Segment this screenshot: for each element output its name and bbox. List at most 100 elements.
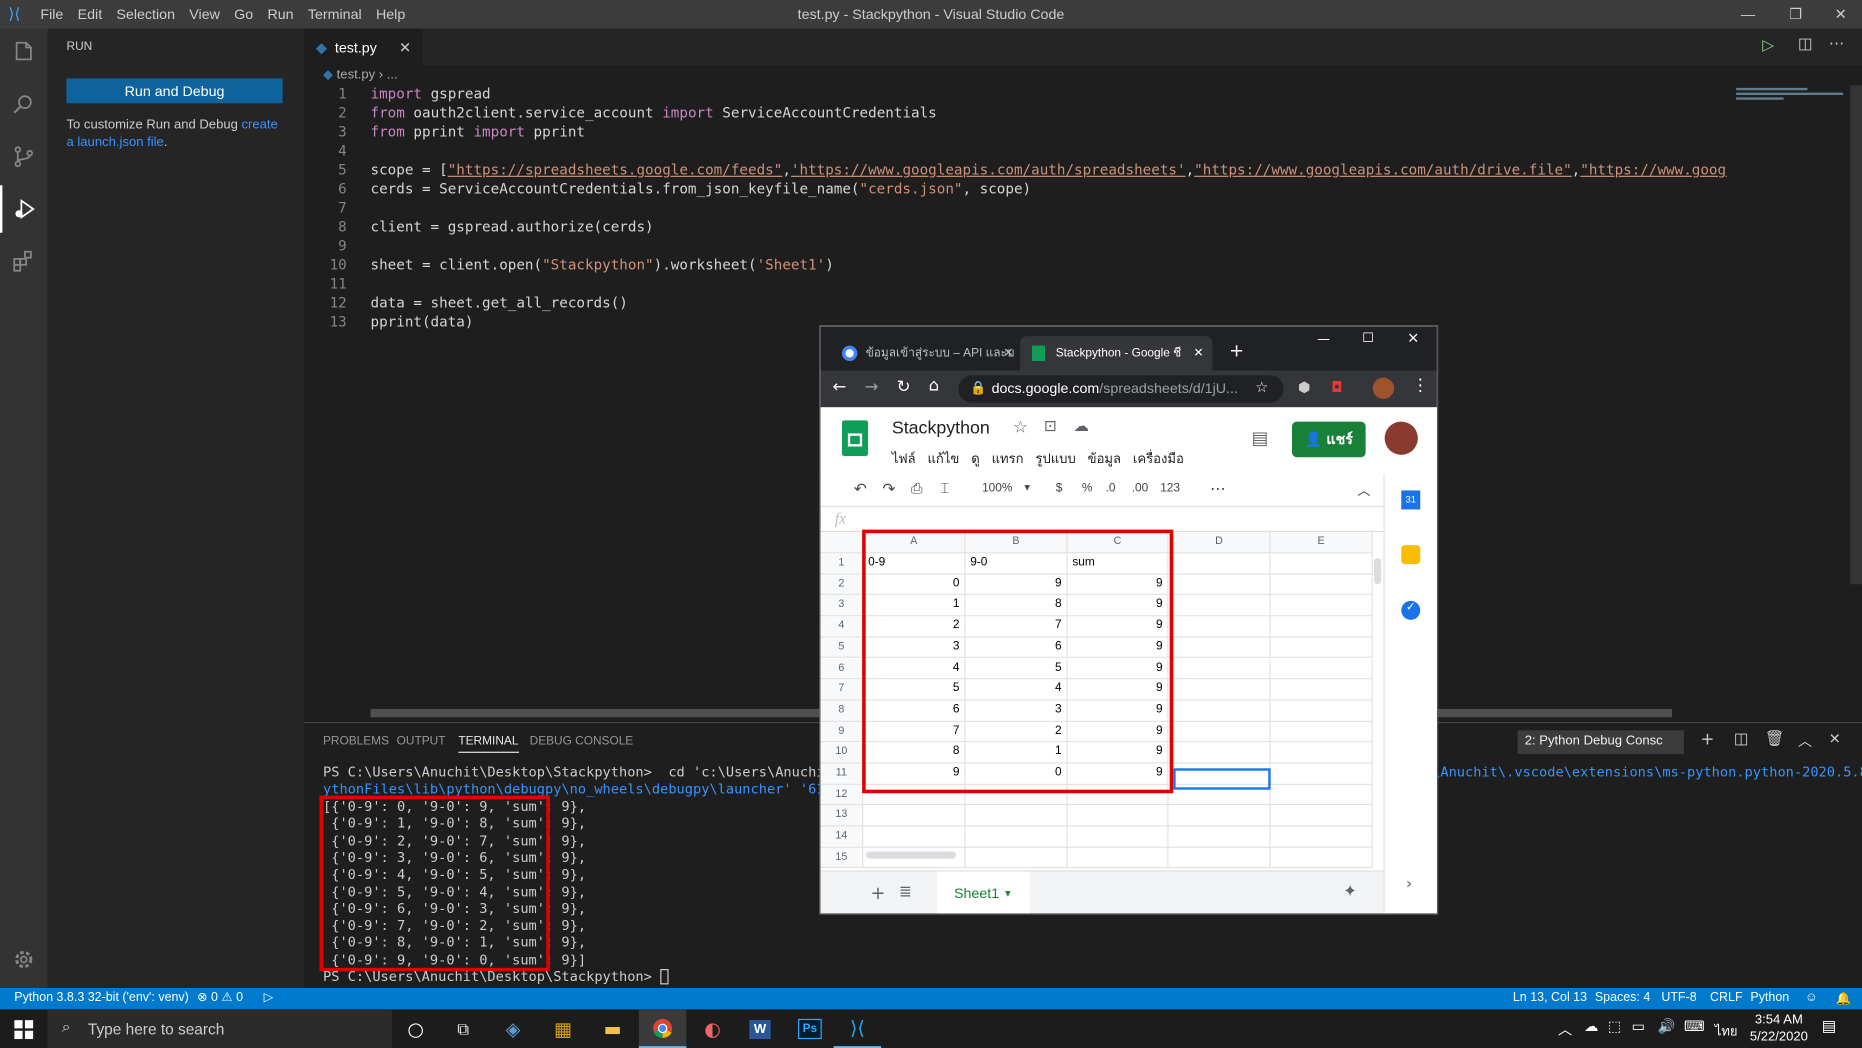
row-header[interactable]: 8 (820, 700, 864, 722)
chrome-tab-2[interactable]: Stackpython - Google ชี ✕ (1020, 336, 1213, 371)
row-header[interactable]: 5 (820, 637, 864, 659)
sheet-cell[interactable] (1168, 658, 1271, 680)
new-tab-icon[interactable]: + (1229, 340, 1244, 361)
row-header[interactable]: 10 (820, 742, 864, 764)
sheet-cell[interactable] (1270, 637, 1373, 659)
sheets-menu-item[interactable]: ข้อมูล (1088, 448, 1121, 469)
sheet-cell[interactable] (1270, 805, 1373, 827)
close-tab-icon[interactable]: ✕ (1003, 347, 1013, 360)
percent-format-button[interactable]: % (1082, 482, 1093, 495)
launch-json-link[interactable]: a launch.json file (67, 135, 164, 149)
column-header[interactable]: E (1270, 532, 1373, 554)
row-header[interactable]: 2 (820, 574, 864, 596)
clock[interactable]: 3:54 AM 5/22/2020 (1746, 1012, 1813, 1045)
formula-bar[interactable]: fx (820, 507, 1384, 532)
tray-icon[interactable]: ⬚ (1608, 1018, 1621, 1035)
sheet-cell[interactable] (1067, 805, 1169, 827)
pocket-icon[interactable]: ◘ (1331, 379, 1342, 396)
sheet-cell[interactable] (1270, 721, 1373, 743)
add-sheet-icon[interactable]: + (870, 882, 885, 903)
row-header[interactable]: 4 (820, 616, 864, 638)
sheet-cell[interactable] (1067, 826, 1169, 848)
sheet-cell[interactable] (1270, 700, 1373, 722)
increase-decimal-button[interactable]: .00 (1132, 482, 1149, 495)
maximize-panel-icon[interactable]: ︿ (1798, 730, 1812, 750)
sheet-cell[interactable] (863, 805, 966, 827)
profile-avatar[interactable] (1372, 377, 1395, 399)
run-file-icon[interactable]: ▷ (1762, 37, 1774, 55)
sheets-logo-icon[interactable] (841, 420, 869, 456)
sheets-menu-item[interactable]: เครื่องมือ (1133, 448, 1184, 469)
sheet-cell[interactable] (1270, 784, 1373, 806)
sheet-cell[interactable] (1168, 805, 1271, 827)
forward-icon[interactable]: → (865, 378, 879, 397)
tab-terminal[interactable]: TERMINAL (458, 735, 519, 753)
sheet-cell[interactable] (863, 826, 966, 848)
sheet-cell[interactable] (1270, 553, 1373, 575)
input-language[interactable]: ไทย (1715, 1020, 1738, 1041)
editor-scrollbar[interactable] (1850, 85, 1862, 585)
onedrive-icon[interactable]: ☁ (1584, 1018, 1598, 1035)
sheet-cell[interactable] (1270, 658, 1373, 680)
sheets-menu-item[interactable]: แก้ไข (928, 448, 960, 469)
tab-test-py[interactable]: ◆ test.py ✕ (304, 28, 423, 66)
sheet-cell[interactable] (1270, 595, 1373, 617)
sheet-cell[interactable] (1168, 637, 1271, 659)
sheets-menu-item[interactable]: รูปแบบ (1035, 448, 1075, 469)
close-icon[interactable]: ✕ (1407, 330, 1419, 347)
explorer-icon[interactable] (0, 29, 48, 77)
sheets-menu-item[interactable]: ดู (971, 448, 979, 469)
sheets-menu-item[interactable]: แทรก (992, 448, 1024, 469)
sheet-cell[interactable] (1270, 616, 1373, 638)
sheet-cell[interactable] (1168, 700, 1271, 722)
share-button[interactable]: 👤 แชร์ (1292, 421, 1366, 458)
restore-icon[interactable]: ❐ (1772, 0, 1820, 29)
reload-icon[interactable]: ↻ (897, 378, 911, 397)
all-sheets-icon[interactable]: ≣ (899, 884, 912, 902)
sheet-cell[interactable] (1168, 616, 1271, 638)
close-tab-icon[interactable]: ✕ (399, 39, 411, 56)
bell-icon[interactable]: 🔔 (1836, 990, 1852, 1006)
source-control-icon[interactable] (0, 133, 48, 181)
move-folder-icon[interactable]: ⊡ (1044, 418, 1057, 436)
run-debug-icon[interactable] (0, 185, 48, 233)
paint-format-icon[interactable]: ⌶ (941, 480, 950, 498)
star-icon[interactable]: ☆ (1013, 418, 1028, 437)
zoom-select[interactable]: 100% (982, 482, 1012, 495)
chrome-tab-1[interactable]: ข้อมูลเข้าสู่ระบบ – API และบ ✕ (830, 336, 1018, 370)
address-bar[interactable]: 🔒 docs.google.com/spreadsheets/d/1jU... ☆ (958, 375, 1284, 403)
undo-icon[interactable]: ↶ (854, 480, 867, 499)
sheet-cell[interactable] (1168, 847, 1271, 869)
problems-count[interactable]: ⊗ 0 ⚠ 0 (197, 990, 243, 1004)
close-tab-icon[interactable]: ✕ (1193, 347, 1203, 360)
notifications-icon[interactable]: ▤ (1822, 1018, 1837, 1036)
word-icon[interactable]: W (736, 1009, 784, 1048)
sheets-menu-item[interactable]: ไฟล์ (892, 448, 916, 469)
breadcrumb-rest[interactable]: ... (387, 68, 398, 82)
extensions-icon[interactable] (0, 238, 48, 286)
redo-icon[interactable]: ↷ (882, 480, 895, 499)
sheet-cell[interactable] (965, 805, 1068, 827)
minimap[interactable] (1729, 86, 1848, 134)
close-panel-icon[interactable]: ✕ (1829, 730, 1841, 747)
network-icon[interactable]: ▭ (1632, 1018, 1645, 1035)
cursor-position[interactable]: Ln 13, Col 13 (1513, 990, 1587, 1004)
file-explorer-icon[interactable]: ▬ (589, 1009, 637, 1048)
more-actions-icon[interactable]: ⋯ (1829, 36, 1844, 54)
windows-start-icon[interactable] (0, 1009, 48, 1048)
run-icon[interactable]: ▷ (264, 990, 274, 1004)
add-terminal-icon[interactable]: + (1701, 730, 1715, 749)
language-mode[interactable]: Python (1750, 990, 1789, 1004)
more-icon[interactable]: ⋯ (1210, 480, 1225, 499)
tasks-icon[interactable]: ✓ (1401, 600, 1421, 620)
row-header[interactable]: 11 (820, 763, 864, 785)
volume-icon[interactable]: 🔊 (1658, 1018, 1676, 1035)
sheet-cell[interactable] (1067, 847, 1169, 869)
sheet-cell[interactable] (1168, 595, 1271, 617)
search-icon[interactable] (0, 81, 48, 129)
active-cell[interactable] (1173, 768, 1271, 790)
breadcrumb-file[interactable]: test.py (337, 68, 375, 82)
sheet-cell[interactable] (1168, 574, 1271, 596)
row-header[interactable]: 7 (820, 679, 864, 701)
minimize-icon[interactable]: — (1317, 331, 1330, 346)
